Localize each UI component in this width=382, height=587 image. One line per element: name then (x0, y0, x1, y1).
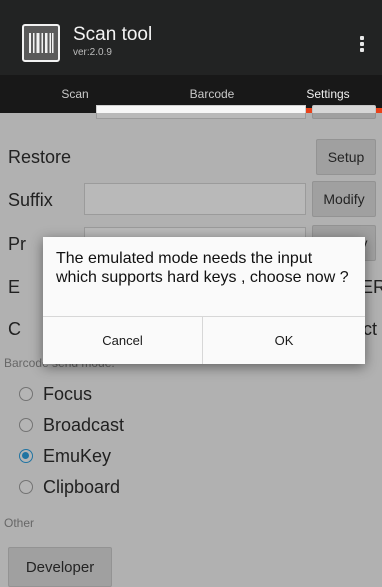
more-vert-icon[interactable] (350, 30, 374, 58)
cancel-button[interactable]: Cancel (43, 317, 202, 364)
emulated-mode-dialog: The emulated mode needs the input which … (43, 237, 365, 364)
app-bar: Scan tool ver:2.0.9 (0, 0, 382, 75)
app-version: ver:2.0.9 (73, 47, 112, 58)
app-title: Scan tool (73, 24, 153, 45)
dialog-message: The emulated mode needs the input which … (56, 250, 349, 286)
ok-button[interactable]: OK (203, 317, 365, 364)
barcode-app-icon (22, 24, 60, 62)
